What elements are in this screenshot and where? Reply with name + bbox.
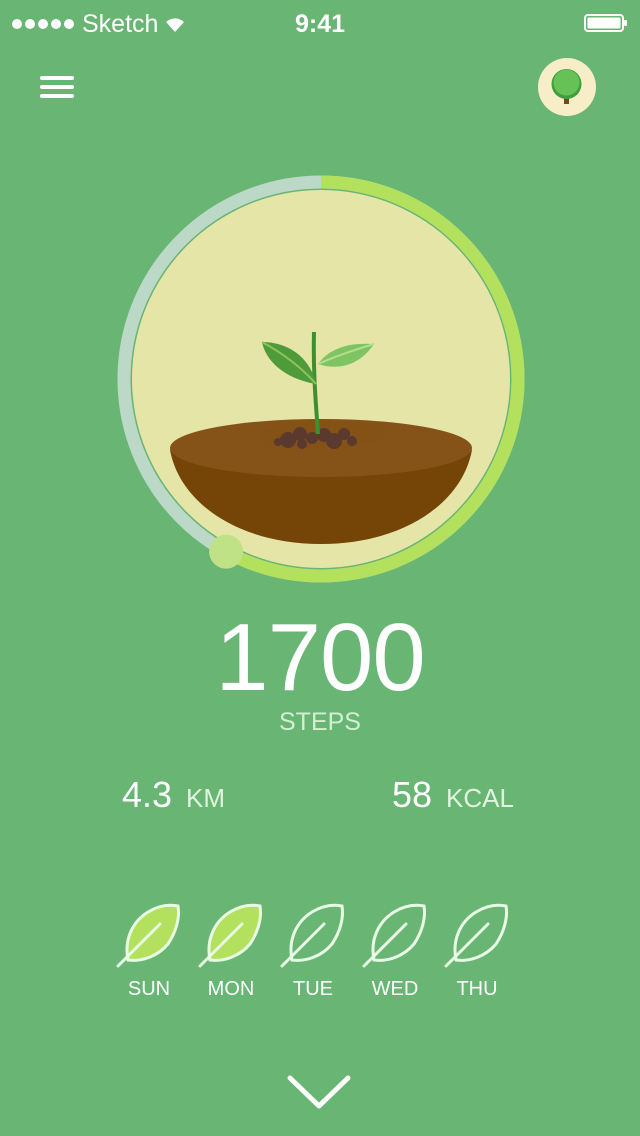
- day-label: SUN: [127, 978, 171, 1000]
- day-mon[interactable]: MON: [186, 898, 276, 1008]
- weekly-progress: SUN MON TUE WED THU: [0, 898, 640, 1008]
- step-count: 1700: [215, 604, 426, 711]
- leaf-icon: [444, 903, 508, 968]
- leaf-icon: [116, 903, 180, 968]
- day-wed[interactable]: WED: [350, 898, 440, 1008]
- tree-icon: [551, 69, 582, 104]
- day-thu[interactable]: THU: [432, 898, 522, 1008]
- steps-label: STEPS: [279, 708, 361, 736]
- day-label: THU: [456, 978, 498, 1000]
- day-label: TUE: [293, 978, 333, 1000]
- menu-button[interactable]: [40, 74, 78, 100]
- calories-value: 58: [392, 774, 433, 815]
- sapling-in-pot-illustration: [170, 331, 472, 544]
- profile-avatar-button[interactable]: [538, 58, 596, 116]
- leaf-icon: [280, 903, 344, 968]
- calories-metric: 58 KCAL: [392, 774, 514, 824]
- distance-unit: KM: [186, 783, 226, 813]
- distance-value: 4.3: [122, 774, 173, 815]
- chevron-down-icon: [287, 1075, 351, 1109]
- leaf-icon: [198, 903, 262, 968]
- status-time: 9:41: [294, 10, 346, 38]
- status-bar: Sketch 9:41: [0, 0, 640, 48]
- day-label: MON: [207, 978, 255, 1000]
- day-label: WED: [371, 978, 419, 1000]
- calories-unit: KCAL: [446, 783, 514, 813]
- day-tue[interactable]: TUE: [268, 898, 358, 1008]
- distance-metric: 4.3 KM: [122, 774, 225, 824]
- day-sun[interactable]: SUN: [104, 898, 194, 1008]
- leaf-icon: [362, 903, 426, 968]
- expand-details-button[interactable]: [286, 1070, 352, 1114]
- battery-icon: [584, 14, 627, 32]
